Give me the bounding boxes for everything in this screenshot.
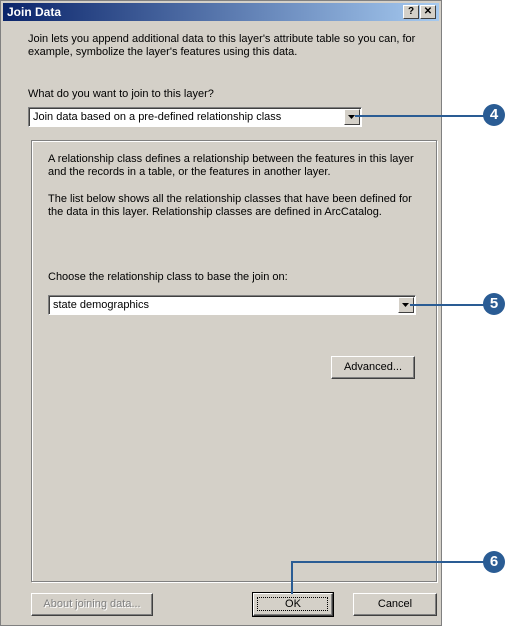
callout-badge-4: 4 xyxy=(483,104,505,126)
callout-line-5 xyxy=(410,304,485,306)
about-joining-data-button[interactable]: About joining data... xyxy=(31,593,153,616)
callout-badge-6: 6 xyxy=(483,551,505,573)
relationship-description: A relationship class defines a relations… xyxy=(48,153,414,178)
join-type-selected: Join data based on a pre-defined relatio… xyxy=(33,111,282,123)
window-title: Join Data xyxy=(7,5,62,19)
cancel-button[interactable]: Cancel xyxy=(353,593,437,616)
relationship-list-note: The list below shows all the relationshi… xyxy=(48,193,412,218)
focus-indicator xyxy=(257,597,328,611)
join-type-dropdown[interactable]: Join data based on a pre-defined relatio… xyxy=(28,107,362,127)
help-button[interactable]: ? xyxy=(403,5,419,19)
callout-line-4 xyxy=(355,115,485,117)
callout-line-6-vertical xyxy=(291,562,293,594)
advanced-button[interactable]: Advanced... xyxy=(331,356,415,379)
close-button[interactable]: ✕ xyxy=(420,5,436,19)
callout-badge-5: 5 xyxy=(483,293,505,315)
relationship-class-dropdown[interactable]: state demographics xyxy=(48,295,416,315)
join-data-dialog: Join Data ? ✕ Join lets you append addit… xyxy=(0,0,442,626)
choose-class-label: Choose the relationship class to base th… xyxy=(48,271,288,283)
ok-button[interactable]: OK xyxy=(252,592,334,617)
chevron-down-icon[interactable] xyxy=(344,109,360,125)
title-bar[interactable]: Join Data ? ✕ xyxy=(3,3,439,21)
relationship-class-selected: state demographics xyxy=(53,299,149,311)
callout-line-6 xyxy=(291,561,485,563)
intro-text: Join lets you append additional data to … xyxy=(28,33,416,58)
join-type-question: What do you want to join to this layer? xyxy=(28,88,214,100)
